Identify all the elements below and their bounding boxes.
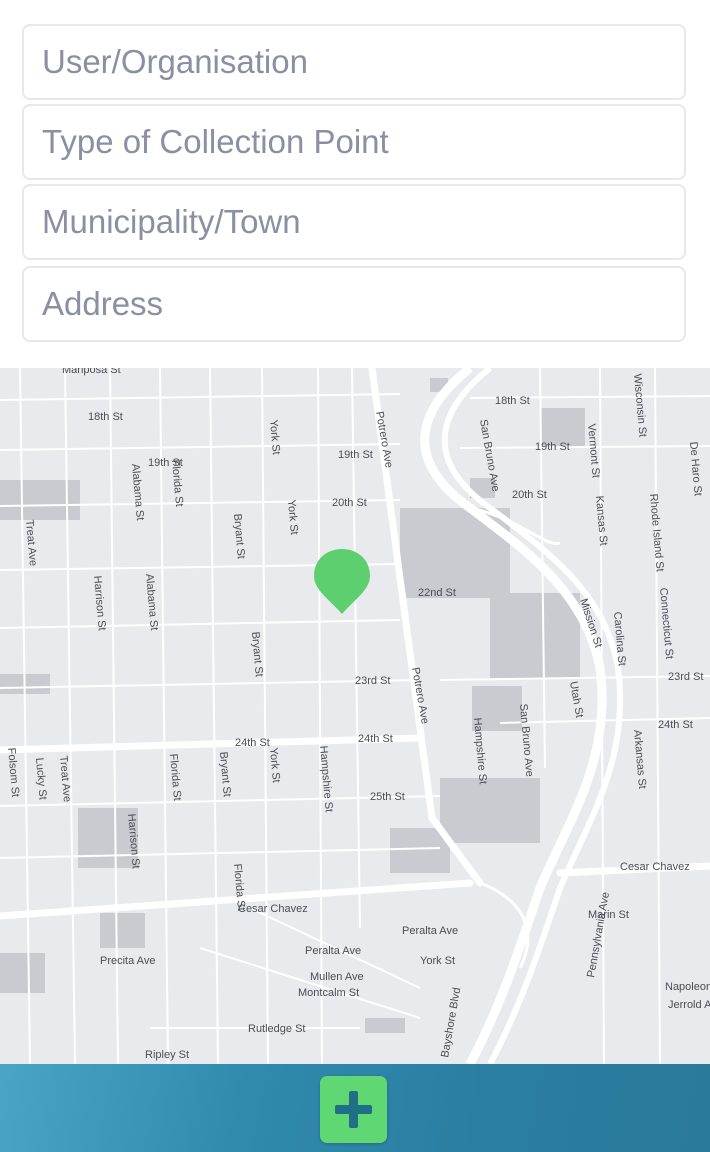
collection-point-type-input[interactable] — [22, 104, 686, 180]
plus-icon — [320, 1076, 387, 1143]
street-label: Peralta Ave — [402, 925, 458, 937]
street-label: 23rd St — [668, 671, 703, 683]
street-label: Mariposa St — [62, 368, 121, 376]
street-label: Precita Ave — [100, 955, 155, 967]
street-label: 18th St — [495, 395, 530, 407]
map-canvas[interactable]: Mariposa St 18th St 18th St 19th St 19th… — [0, 368, 710, 1064]
street-label: 19th St — [535, 441, 570, 453]
street-label: 20th St — [512, 489, 547, 501]
street-label: 25th St — [370, 791, 405, 803]
add-collection-point-button[interactable] — [320, 1076, 387, 1143]
map-view[interactable]: Mariposa St 18th St 18th St 19th St 19th… — [0, 368, 710, 1064]
street-label: Mullen Ave — [310, 971, 364, 983]
collection-point-form — [0, 0, 710, 368]
street-label: 24th St — [658, 719, 693, 731]
street-label: Cesar Chavez — [620, 861, 690, 873]
street-label: Jerrold Ave — [668, 999, 710, 1011]
street-label: 22nd St — [418, 587, 456, 599]
street-label: 19th St — [338, 449, 373, 461]
street-label: Peralta Ave — [305, 945, 361, 957]
street-label: 23rd St — [355, 675, 390, 687]
street-label: 24th St — [235, 737, 270, 749]
bottom-toolbar — [0, 1064, 710, 1152]
street-label: 20th St — [332, 497, 367, 509]
street-label: Napoleon St — [665, 981, 710, 993]
street-label: Ripley St — [145, 1049, 189, 1061]
street-label: 18th St — [88, 411, 123, 423]
street-label: Cesar Chavez — [238, 903, 308, 915]
user-organisation-input[interactable] — [22, 24, 686, 100]
street-label: York St — [420, 955, 455, 967]
municipality-town-input[interactable] — [22, 184, 686, 260]
street-label: Montcalm St — [298, 987, 359, 999]
street-label: Rutledge St — [248, 1023, 305, 1035]
address-input[interactable] — [22, 266, 686, 342]
street-label: 24th St — [358, 733, 393, 745]
